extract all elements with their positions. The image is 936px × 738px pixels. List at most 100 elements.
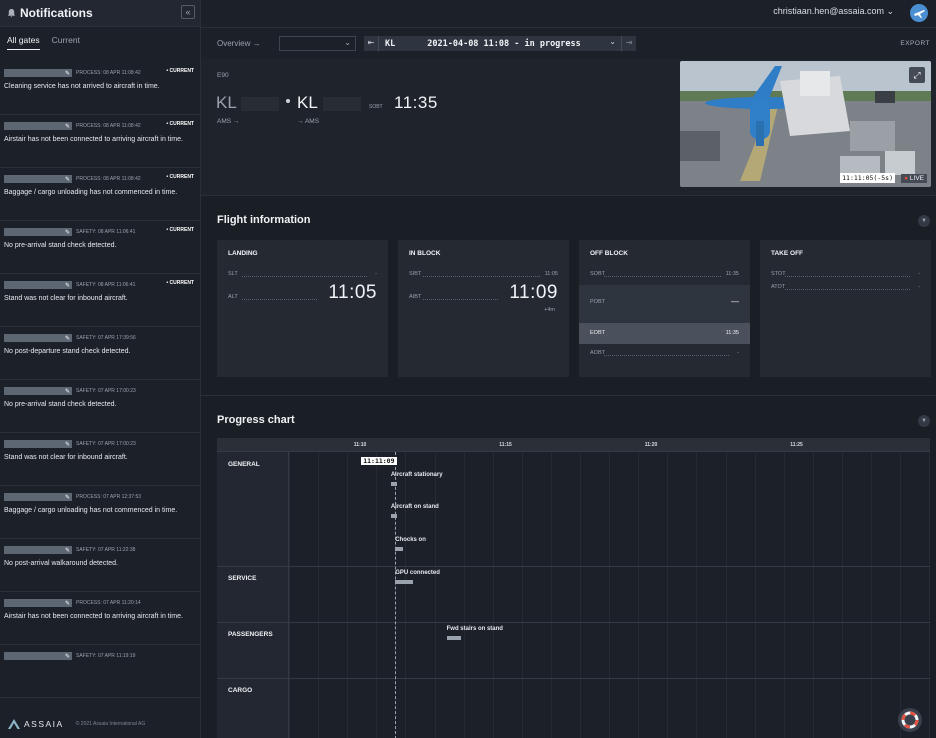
grid-line (347, 452, 349, 738)
notification-item[interactable]: ✎ SAFETY: 08 APR 11:06:41 • CURRENT No pre-… (0, 221, 200, 274)
notification-timestamp: SAFETY: 07 APR 17:00:23 (76, 387, 136, 394)
redacted-flight: ✎ (4, 545, 72, 554)
notification-item[interactable]: ✎ SAFETY: 07 APR 11:22:38 No post-arrival … (0, 539, 200, 592)
flight-header: E90 KL KL AMS → → AMS SOBT 11:35 ⤢ 11:11… (201, 59, 936, 195)
row-key: AIBT (409, 294, 422, 300)
help-button[interactable] (898, 708, 922, 732)
card-title: TAKE OFF (771, 250, 804, 257)
bell-icon (7, 8, 16, 18)
notification-meta: ✎ SAFETY: 07 APR 11:19:19 (4, 651, 196, 660)
pobt-row: POBT — (590, 297, 739, 307)
camera-timestamp: 11:11:05(-5s) (840, 173, 895, 183)
section-title: Flight information (217, 214, 311, 226)
brand-name: ASSAIA (24, 719, 64, 729)
grid-line (492, 452, 494, 738)
time-tick-label: 11:15 (499, 442, 512, 448)
notification-item[interactable]: ✎ PROCESS: 07 APR 12:37:53 Baggage / cargo… (0, 486, 200, 539)
take-off-card: TAKE OFF STOT - ATOT - (760, 240, 931, 377)
notification-item[interactable]: ✎ SAFETY: 07 APR 17:00:23 No pre-arrival s… (0, 380, 200, 433)
notification-item[interactable]: ✎ SAFETY: 08 APR 11:06:41 • CURRENT Stand w… (0, 274, 200, 327)
activity-bar[interactable] (395, 580, 413, 584)
assaia-logo-icon (8, 719, 20, 729)
edit-icon: ✎ (64, 388, 70, 395)
current-badge: • CURRENT (166, 121, 194, 127)
notification-timestamp: SAFETY: 07 APR 11:19:19 (76, 652, 136, 659)
redacted-flight: ✎ (4, 68, 72, 77)
flight-selector[interactable]: ⇤ KL 2021-04-08 11:08 - in progress ⌄ ⇥ (364, 36, 636, 51)
collapse-section-icon[interactable]: ▼ (918, 415, 930, 427)
activity-bar[interactable] (390, 482, 397, 486)
row-value: - (737, 350, 739, 356)
row-key: AOBT (590, 350, 605, 356)
dotted-leader (785, 276, 910, 277)
live-label: LIVE (909, 175, 924, 182)
activity-bar[interactable] (390, 514, 397, 518)
turnaround-dot (286, 99, 290, 103)
grid-line (783, 452, 785, 738)
redacted-flight: ✎ (4, 121, 72, 130)
grid-line (812, 452, 814, 738)
current-badge: • CURRENT (166, 227, 194, 233)
redacted-flight: ✎ (4, 174, 72, 183)
row-value: - (918, 284, 920, 290)
live-camera-feed[interactable]: ⤢ 11:11:05(-5s) ● LIVE (680, 61, 931, 187)
export-button[interactable]: EXPORT (900, 40, 930, 47)
row-value: 11:05 (544, 271, 558, 277)
row-key: SOBT (590, 271, 605, 277)
top-bar: christiaan.hen@assaia.com ⌄ (201, 0, 936, 28)
grid-line (318, 452, 320, 738)
sibt-row: SIBT 11:05 (409, 271, 558, 279)
edit-icon: ✎ (64, 229, 70, 236)
notification-meta: ✎ SAFETY: 07 APR 11:22:38 (4, 545, 196, 554)
grid-line (376, 452, 378, 738)
grid-line (929, 452, 931, 738)
progress-chart-section: Progress chart ▼ 11:10 11:15 11:20 11:25 GE… (201, 395, 936, 738)
gate-select[interactable]: ⌄ (279, 36, 356, 51)
redacted-flight: ✎ (4, 492, 72, 501)
tab-current[interactable]: Current (52, 35, 80, 49)
notification-item[interactable]: ✎ PROCESS: 08 APR 11:08:42 • CURRENT Cleani… (0, 62, 200, 115)
dotted-leader (604, 276, 721, 277)
collapse-section-icon[interactable]: ▼ (918, 215, 930, 227)
notification-timestamp: SAFETY: 08 APR 11:06:41 (76, 281, 136, 288)
aibt-delta: +4m (544, 307, 555, 313)
expand-icon[interactable]: ⤢ (909, 67, 925, 83)
sidebar-title: Notifications (20, 6, 93, 20)
row-key: ATOT (771, 284, 786, 290)
next-flight-icon[interactable]: ⇥ (621, 36, 636, 51)
previous-flight-icon[interactable]: ⇤ (364, 36, 379, 51)
row-key: SLT (228, 271, 238, 277)
activity-label: GPU connected (395, 570, 440, 576)
notification-item[interactable]: ✎ SAFETY: 07 APR 17:39:56 No post-departur… (0, 327, 200, 380)
activity-label: Fwd stairs on stand (446, 626, 503, 632)
collapse-sidebar-icon[interactable]: « (181, 5, 195, 19)
grid-line (463, 452, 465, 738)
notification-timestamp: SAFETY: 08 APR 11:06:41 (76, 228, 136, 235)
chevron-down-icon[interactable]: ⌄ (609, 37, 616, 46)
notifications-sidebar: Notifications « All gates Current ✎ PROCE… (0, 0, 201, 738)
notification-item[interactable]: ✎ SAFETY: 07 APR 11:19:19 (0, 645, 200, 698)
notification-timestamp: PROCESS: 08 APR 11:08:42 (76, 69, 141, 76)
alt-value: 11:05 (328, 282, 377, 303)
edit-icon: ✎ (64, 123, 70, 130)
user-menu[interactable]: christiaan.hen@assaia.com ⌄ (773, 6, 894, 17)
dotted-leader (785, 289, 910, 290)
tab-all-gates[interactable]: All gates (7, 35, 40, 50)
sidebar-footer: ASSAIA © 2021 Assaia International AG (0, 710, 200, 738)
redacted-flight-number (241, 97, 279, 111)
notification-item[interactable]: ✎ SAFETY: 07 APR 17:00:23 Stand was not cl… (0, 433, 200, 486)
notification-item[interactable]: ✎ PROCESS: 08 APR 11:08:42 • CURRENT Airsta… (0, 115, 200, 168)
grid-line (754, 452, 756, 738)
activity-bar[interactable] (395, 547, 403, 551)
overview-link[interactable]: Overview → (217, 39, 261, 48)
notification-item[interactable]: ✎ PROCESS: 08 APR 11:08:42 • CURRENT Baggag… (0, 168, 200, 221)
avatar[interactable] (910, 4, 928, 22)
grid-line (289, 452, 290, 738)
redacted-flight: ✎ (4, 333, 72, 342)
time-tick-label: 11:25 (790, 442, 803, 448)
dotted-leader (242, 299, 317, 300)
current-time-badge: 11:11:09 (361, 457, 397, 465)
sidebar-header: Notifications « (0, 0, 200, 27)
notification-item[interactable]: ✎ PROCESS: 07 APR 11:20:14 Airstair has no… (0, 592, 200, 645)
activity-bar[interactable] (446, 636, 462, 640)
